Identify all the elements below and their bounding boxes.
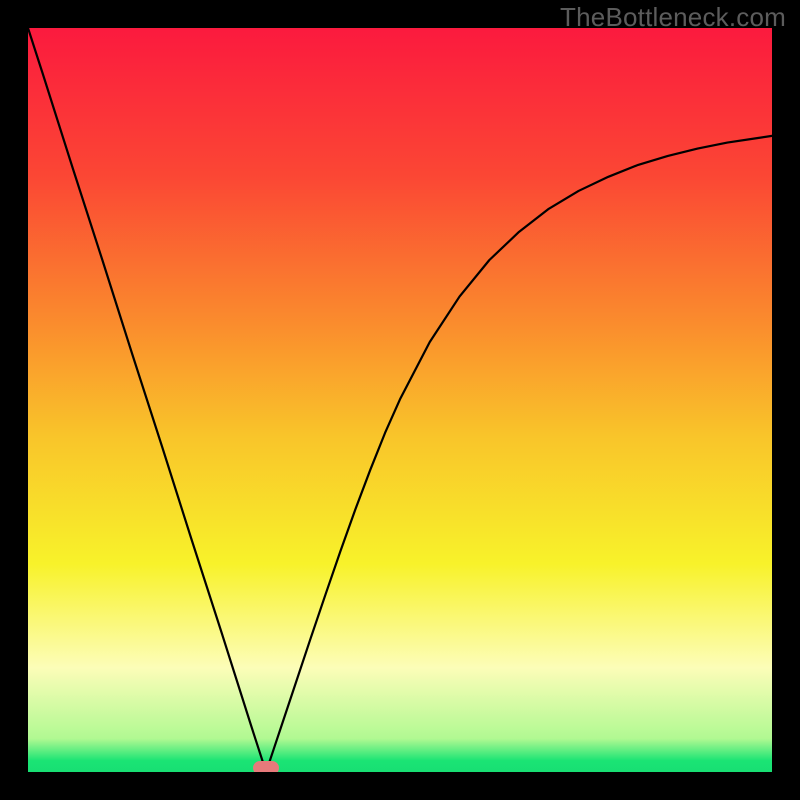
optimal-point-marker — [253, 761, 279, 772]
chart-frame: TheBottleneck.com — [0, 0, 800, 800]
plot-area — [28, 28, 772, 772]
watermark-text: TheBottleneck.com — [560, 2, 786, 33]
plot-svg — [28, 28, 772, 772]
